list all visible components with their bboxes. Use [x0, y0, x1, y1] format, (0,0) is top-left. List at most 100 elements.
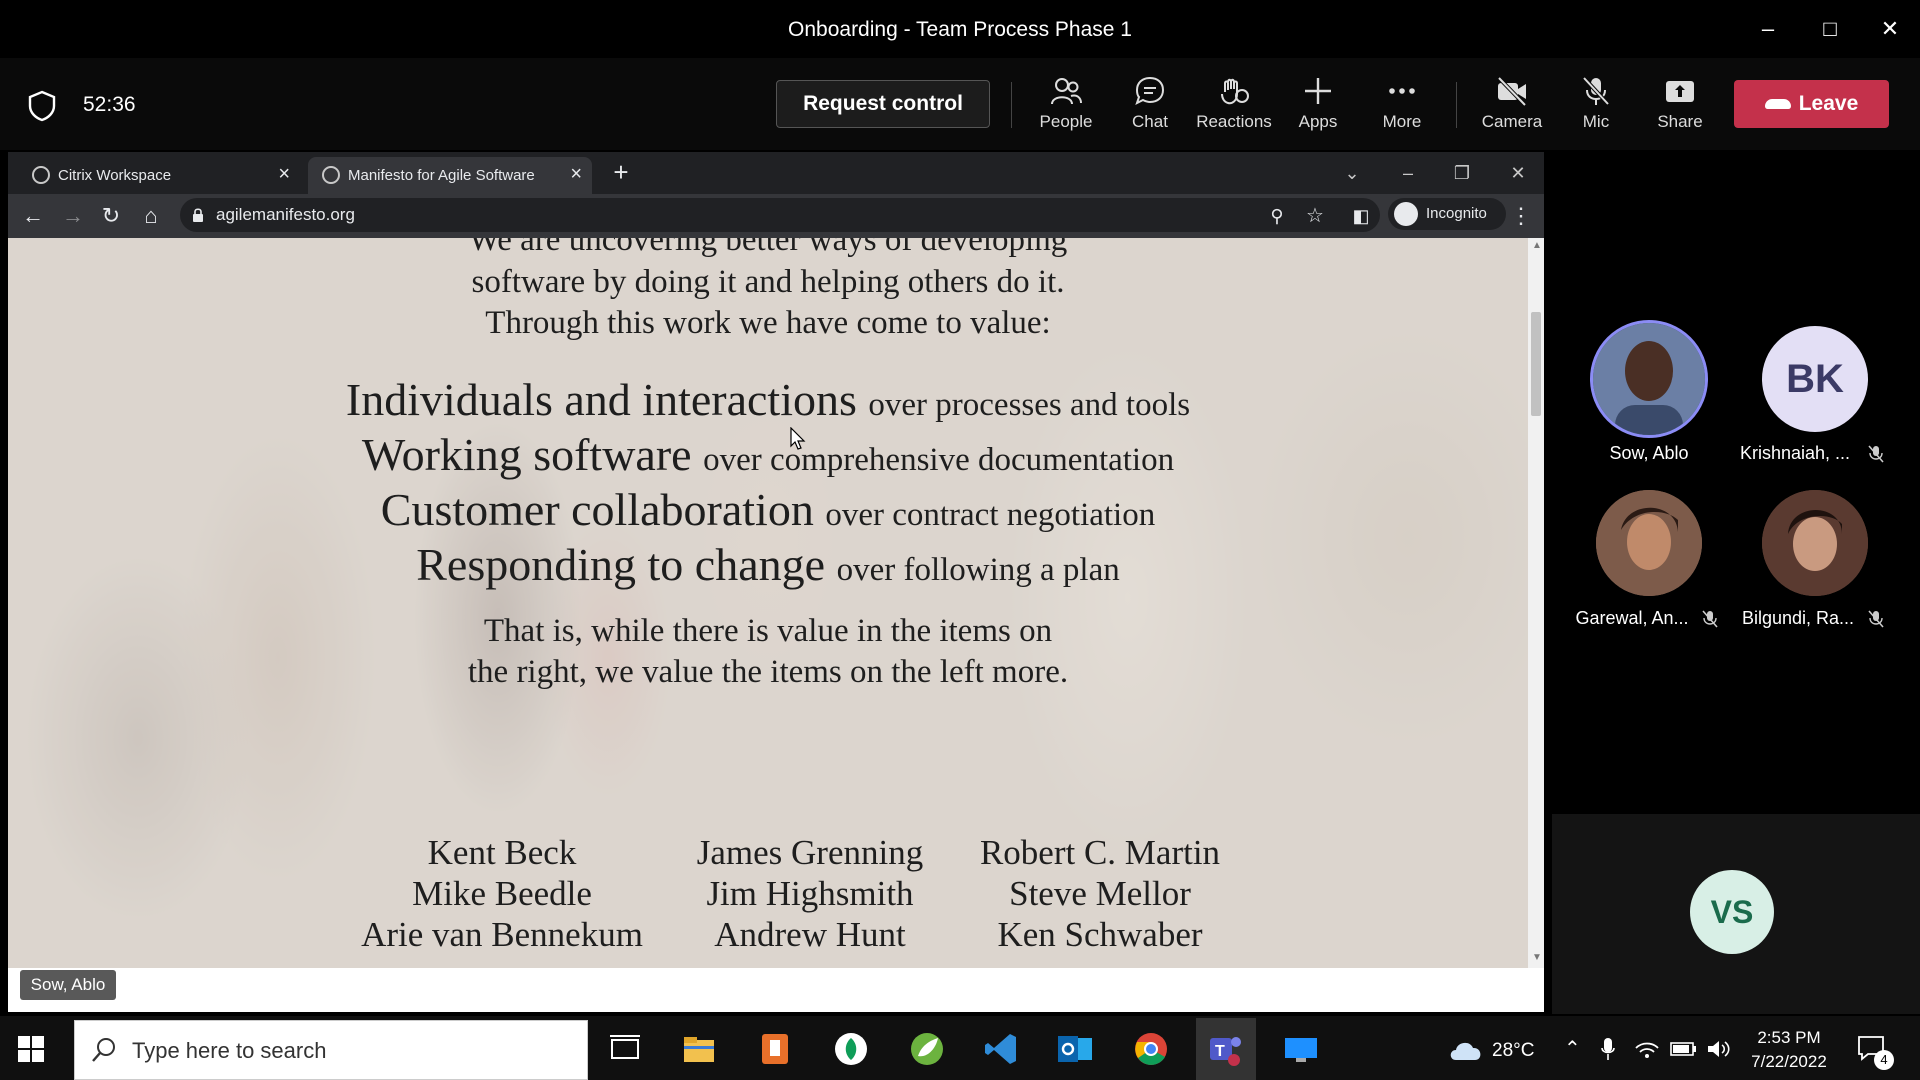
task-view-icon[interactable] — [606, 1030, 644, 1068]
taskbar-clock[interactable]: 2:53 PM 7/22/2022 — [1744, 1026, 1834, 1074]
battery-icon[interactable] — [1670, 1040, 1698, 1058]
orange-app-icon[interactable] — [756, 1030, 794, 1068]
browser-restore-button[interactable]: ❐ — [1442, 158, 1482, 188]
scroll-up-arrow-icon[interactable]: ▲ — [1532, 240, 1542, 251]
leave-label: Leave — [1798, 92, 1859, 115]
apps-label: Apps — [1298, 112, 1338, 131]
phone-hangup-icon — [1764, 99, 1791, 110]
incognito-indicator[interactable]: Incognito — [1388, 198, 1506, 230]
incognito-icon — [1394, 202, 1418, 226]
apps-plus-icon — [1305, 78, 1331, 104]
file-explorer-icon[interactable] — [680, 1030, 718, 1068]
new-tab-button[interactable]: + — [606, 157, 636, 187]
camera-off-icon — [1497, 76, 1527, 107]
wifi-icon[interactable] — [1634, 1038, 1660, 1060]
home-icon[interactable]: ⌂ — [136, 201, 166, 231]
presenter-name-tag: Sow, Ablo — [20, 970, 116, 1000]
spring-app-icon[interactable] — [908, 1030, 946, 1068]
participant-photo — [1593, 323, 1705, 435]
remote-desktop-icon[interactable] — [1282, 1030, 1320, 1068]
browser-menu-icon[interactable]: ⋮ — [1506, 201, 1536, 231]
shield-icon[interactable] — [24, 88, 60, 124]
mic-button[interactable]: Mic — [1554, 72, 1638, 142]
share-button[interactable]: Share — [1638, 72, 1722, 142]
green-leaf-app-icon[interactable] — [832, 1030, 870, 1068]
forward-arrow-icon[interactable]: → — [58, 201, 88, 231]
conclusion-line: That is, while there is value in the ite… — [483, 613, 1053, 649]
close-window-button[interactable]: ✕ — [1868, 10, 1912, 48]
people-button[interactable]: People — [1024, 72, 1108, 142]
minimize-window-button[interactable]: – — [1746, 10, 1790, 48]
chat-button[interactable]: Chat — [1108, 72, 1192, 142]
mic-label: Mic — [1582, 112, 1610, 131]
reactions-icon — [1221, 78, 1249, 105]
tab-agile-manifesto[interactable]: Manifesto for Agile Software Dev × — [308, 157, 592, 194]
lock-icon[interactable] — [192, 207, 204, 223]
camera-label: Camera — [1481, 112, 1543, 131]
zoom-icon[interactable]: ⚲ — [1262, 201, 1292, 231]
mic-muted-icon — [1702, 610, 1718, 628]
request-control-button[interactable]: Request control — [776, 80, 990, 128]
close-tab-icon[interactable]: × — [278, 163, 290, 186]
back-arrow-icon[interactable]: ← — [18, 201, 48, 231]
vscode-icon[interactable] — [982, 1030, 1020, 1068]
participant-photo — [1762, 490, 1868, 596]
clock-time: 2:53 PM — [1757, 1028, 1821, 1047]
avatar[interactable]: BK — [1762, 326, 1868, 432]
outlook-icon[interactable] — [1056, 1030, 1094, 1068]
camera-button[interactable]: Camera — [1470, 72, 1554, 142]
value-right: over processes and tools — [868, 387, 1191, 423]
value-right: over following a plan — [836, 552, 1120, 588]
more-label: More — [1382, 112, 1422, 131]
avatar[interactable] — [1762, 490, 1868, 596]
value-statement: Individuals and interactions over proces… — [8, 373, 1528, 426]
share-icon — [1666, 81, 1694, 102]
mic-muted-icon — [1868, 610, 1884, 628]
show-hidden-icons-chevron-icon[interactable]: ⌃ — [1564, 1036, 1581, 1061]
maximize-window-button[interactable]: □ — [1808, 10, 1852, 48]
value-left: Customer collaboration — [380, 484, 814, 535]
url-text[interactable]: agilemanifesto.org — [216, 205, 355, 225]
value-left: Working software — [361, 429, 692, 480]
windows-start-icon[interactable] — [18, 1036, 44, 1062]
signatory: Steve Mellor — [1009, 874, 1191, 913]
signatory: Kent Beck — [427, 833, 577, 872]
value-right: over comprehensive documentation — [703, 442, 1175, 478]
weather-temperature[interactable]: 28°C — [1492, 1040, 1534, 1062]
value-statement: Responding to change over following a pl… — [8, 538, 1528, 591]
teams-icon[interactable]: T — [1206, 1030, 1244, 1068]
chrome-icon[interactable] — [1132, 1030, 1170, 1068]
manifesto-page: We are uncovering better ways of develop… — [8, 238, 1528, 968]
browser-close-button[interactable]: ✕ — [1498, 158, 1538, 188]
browser-minimize-button[interactable]: – — [1388, 158, 1428, 188]
tab-citrix-workspace[interactable]: Citrix Workspace × — [18, 157, 300, 194]
window-title-bar: Onboarding - Team Process Phase 1 – □ ✕ — [0, 0, 1920, 58]
participant-name: Bilgundi, Ra... — [1742, 608, 1855, 628]
people-icon — [1051, 78, 1082, 105]
avatar[interactable] — [1590, 320, 1708, 438]
search-placeholder[interactable]: Type here to search — [132, 1038, 326, 1064]
close-tab-icon[interactable]: × — [570, 163, 582, 186]
svg-text:T: T — [1215, 1043, 1225, 1060]
avatar[interactable] — [1596, 490, 1702, 596]
participant-name: Krishnaiah, ... — [1740, 443, 1851, 463]
toolbar-divider — [1011, 82, 1012, 128]
scrollbar-thumb[interactable] — [1531, 312, 1541, 416]
side-panel-icon[interactable]: ◧ — [1346, 201, 1376, 231]
apps-button[interactable]: Apps — [1276, 72, 1360, 142]
volume-icon[interactable] — [1706, 1038, 1732, 1060]
scroll-down-arrow-icon[interactable]: ▼ — [1532, 952, 1542, 963]
address-bar[interactable] — [180, 198, 1380, 232]
bookmark-star-icon[interactable]: ☆ — [1300, 201, 1330, 231]
search-icon — [92, 1038, 115, 1062]
microphone-tray-icon[interactable] — [1600, 1036, 1616, 1062]
intro-line: software by doing it and helping others … — [471, 264, 1065, 300]
weather-cloud-icon[interactable] — [1446, 1034, 1486, 1064]
intro-line: We are uncovering better ways of develop… — [468, 238, 1068, 258]
mic-off-icon — [1582, 76, 1610, 106]
reload-icon[interactable]: ↻ — [96, 201, 126, 231]
more-button[interactable]: More — [1360, 72, 1444, 142]
leave-button[interactable]: Leave — [1734, 80, 1889, 128]
reactions-button[interactable]: Reactions — [1192, 72, 1276, 142]
tab-search-chevron-icon[interactable]: ⌄ — [1332, 158, 1372, 188]
